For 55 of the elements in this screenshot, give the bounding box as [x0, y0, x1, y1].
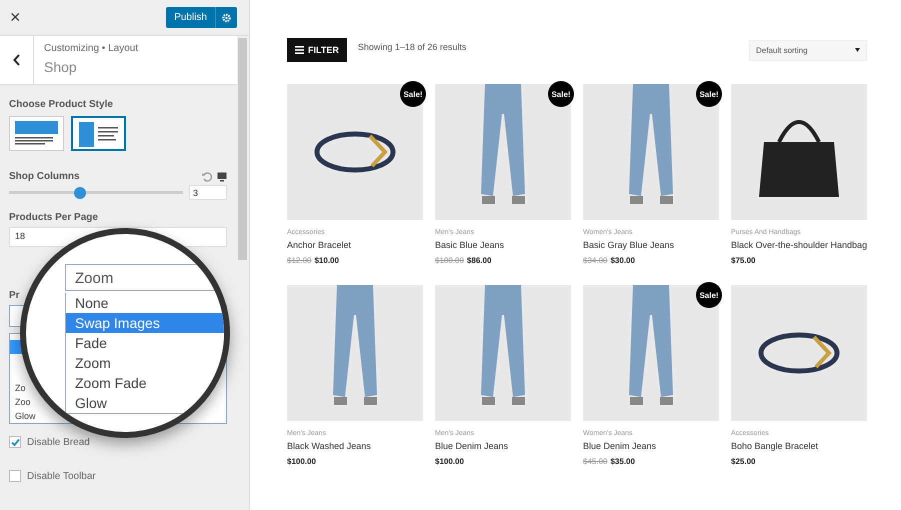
- checkbox[interactable]: [9, 436, 21, 448]
- checkbox[interactable]: [9, 470, 21, 482]
- product-name[interactable]: Blue Denim Jeans: [435, 441, 571, 451]
- section-label: Products Per Page: [9, 212, 99, 223]
- product-price: $10.00: [314, 256, 339, 265]
- dropdown-option[interactable]: Zoom Fade: [66, 373, 224, 393]
- number-field[interactable]: 3: [189, 185, 227, 200]
- checkbox-label: Disable Toolbar: [27, 470, 96, 482]
- product-name[interactable]: Black Over-the-shoulder Handbag: [731, 240, 867, 250]
- dropdown-option[interactable]: Zoom: [66, 353, 224, 373]
- product-name[interactable]: Anchor Bracelet: [287, 240, 423, 250]
- dropdown-option[interactable]: Glow: [66, 393, 224, 413]
- product-price: $30.00: [610, 256, 635, 265]
- caret-icon: [855, 48, 860, 52]
- product-name[interactable]: Basic Blue Jeans: [435, 240, 571, 250]
- product-price: $25.00: [731, 457, 756, 466]
- product-price: $86.00: [466, 256, 492, 265]
- sale-label: Sale!: [696, 282, 722, 308]
- old-price: $12.00: [287, 256, 312, 265]
- product-name[interactable]: Basic Gray Blue Jeans: [583, 240, 719, 250]
- section-label: Shop Columns: [9, 171, 80, 182]
- settings-button[interactable]: [215, 7, 237, 28]
- breadcrumb: Customizing • Layout: [44, 43, 138, 54]
- reset-icon[interactable]: [202, 172, 212, 182]
- panel-title: Shop: [44, 59, 78, 75]
- sort-dropdown[interactable]: Default sorting: [749, 40, 867, 60]
- dropdown-list[interactable]: None Swap Images Fade Zoom Zoom Fade Glow: [65, 293, 224, 414]
- section-label: Pr: [9, 290, 20, 301]
- desktop-icon[interactable]: [217, 172, 227, 182]
- menu-icon: [295, 46, 304, 54]
- product-name[interactable]: Black Washed Jeans: [287, 441, 423, 451]
- dropdown-option[interactable]: None: [66, 293, 224, 313]
- sale-label: Sale!: [696, 81, 722, 107]
- dropdown-option[interactable]: Fade: [66, 333, 224, 353]
- product-price: $35.00: [610, 457, 635, 466]
- gear-icon: [222, 12, 231, 22]
- section-label: Choose Product Style: [9, 99, 114, 110]
- layout-option[interactable]: [71, 116, 126, 151]
- product-price: $75.00: [731, 256, 756, 265]
- old-price: $34.00: [583, 256, 608, 265]
- close-button[interactable]: ×: [10, 7, 21, 28]
- old-price: $45.00: [583, 457, 608, 466]
- product-name[interactable]: Boho Bangle Bracelet: [731, 441, 867, 451]
- publish-button[interactable]: Publish: [166, 7, 215, 28]
- old-price: $100.00: [435, 256, 464, 265]
- sale-label: Sale!: [400, 81, 426, 107]
- sale-label: Sale!: [548, 81, 574, 107]
- filter-button[interactable]: FILTER: [287, 38, 347, 62]
- product-price: $100.00: [287, 457, 316, 466]
- dropdown-option[interactable]: Swap Images: [66, 313, 224, 333]
- product-name[interactable]: Blue Denim Jeans: [583, 441, 719, 451]
- product-price: $100.00: [435, 457, 464, 466]
- slider-thumb[interactable]: [74, 186, 86, 198]
- result-count: Showing 1–18 of 26 results: [358, 42, 468, 52]
- checkbox-label: Disable Bread: [27, 436, 90, 448]
